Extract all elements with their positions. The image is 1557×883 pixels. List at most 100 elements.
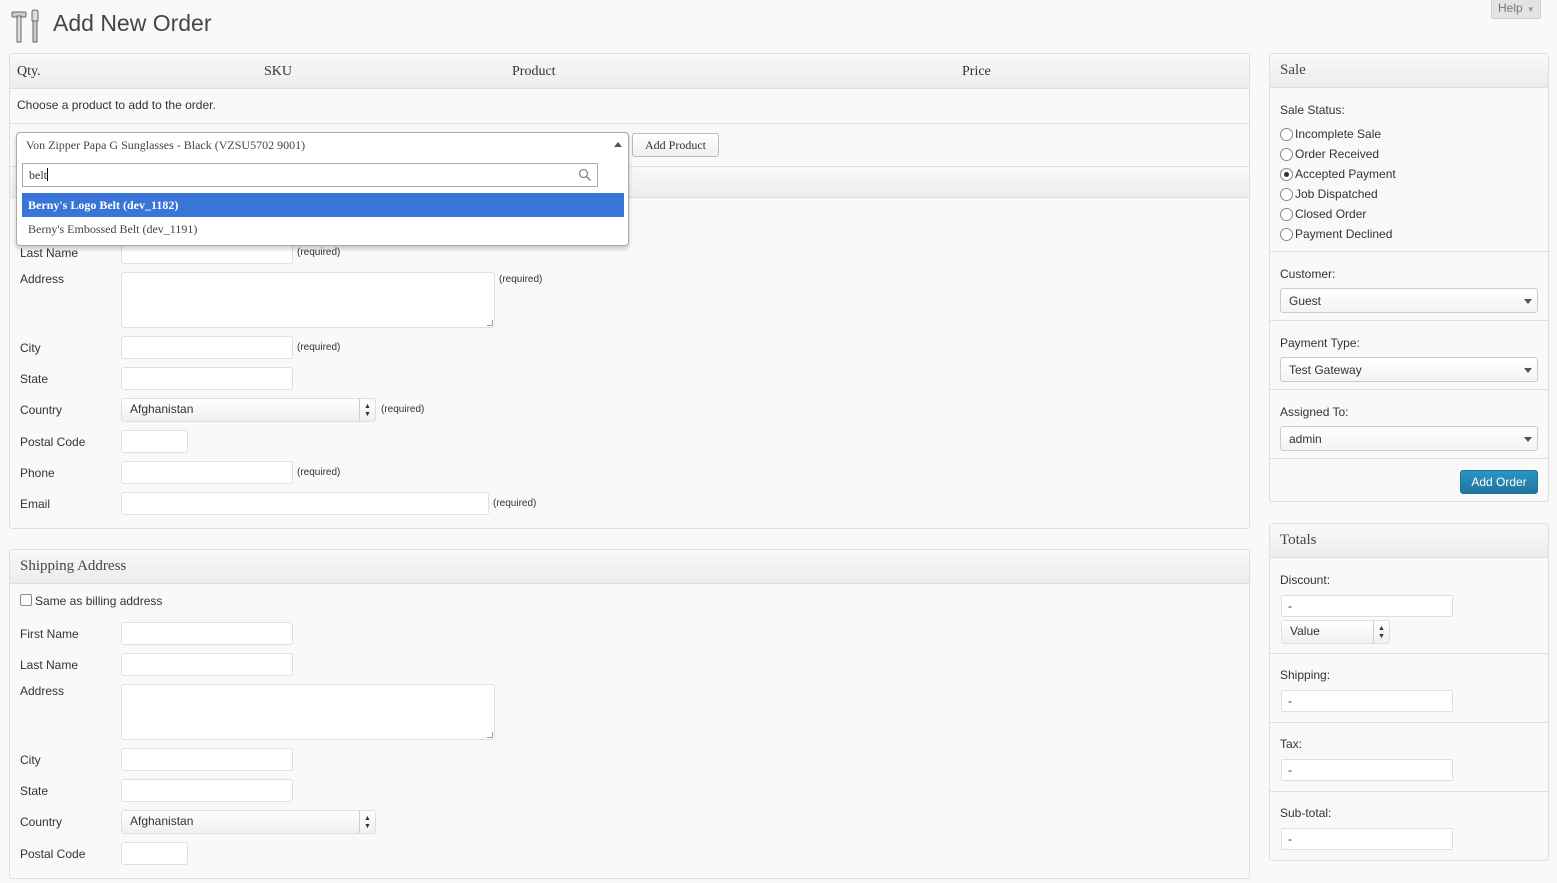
- billing-city-label: City: [20, 341, 41, 355]
- status-option-label: Accepted Payment: [1295, 167, 1396, 181]
- billing-email-label: Email: [20, 497, 51, 511]
- shipping-last-name-label: Last Name: [20, 658, 79, 672]
- same-as-billing-label: Same as billing address: [35, 594, 163, 608]
- status-option-label: Incomplete Sale: [1295, 127, 1382, 141]
- shipping-country-select[interactable]: Afghanistan ▲ ▼: [121, 810, 376, 834]
- shipping-last-name-field[interactable]: [121, 653, 293, 676]
- assigned-to-select[interactable]: admin: [1280, 426, 1538, 451]
- shipping-country-label: Country: [20, 815, 63, 829]
- tax-label: Tax:: [1280, 737, 1303, 751]
- shipping-city-field[interactable]: [121, 748, 293, 771]
- product-search-value: belt: [29, 168, 47, 182]
- chevron-up-icon[interactable]: [614, 142, 622, 147]
- divider: [1270, 791, 1548, 792]
- status-radio[interactable]: [1280, 228, 1293, 241]
- search-result-item[interactable]: Berny's Embossed Belt (dev_1191): [22, 217, 624, 241]
- billing-postal-label: Postal Code: [20, 435, 86, 449]
- status-option-label: Job Dispatched: [1295, 187, 1378, 201]
- search-result-item[interactable]: Berny's Logo Belt (dev_1182): [22, 193, 624, 217]
- divider: [1270, 251, 1548, 252]
- tools-icon: [11, 9, 39, 43]
- shipping-first-name-field[interactable]: [121, 622, 293, 645]
- column-price: Price: [962, 64, 991, 79]
- add-product-button[interactable]: Add Product: [632, 133, 719, 157]
- billing-country-label: Country: [20, 403, 63, 417]
- payment-type-label: Payment Type:: [1280, 336, 1360, 350]
- billing-country-value: Afghanistan: [130, 402, 194, 416]
- select-arrows-icon: ▲ ▼: [359, 399, 375, 421]
- subtotal-field[interactable]: -: [1281, 828, 1453, 850]
- status-radio-selected[interactable]: [1280, 168, 1293, 181]
- divider: [1270, 722, 1548, 723]
- chevron-down-icon: ▼: [1526, 5, 1535, 14]
- billing-last-name-label: Last Name: [20, 246, 79, 260]
- status-radio[interactable]: [1280, 148, 1293, 161]
- resize-handle[interactable]: [487, 732, 493, 738]
- product-chooser-selected[interactable]: Von Zipper Papa G Sunglasses - Black (VZ…: [17, 133, 628, 159]
- discount-label: Discount:: [1280, 573, 1331, 587]
- customer-value: Guest: [1289, 294, 1322, 308]
- billing-address-field[interactable]: [121, 272, 495, 328]
- payment-type-select[interactable]: Test Gateway: [1280, 357, 1538, 382]
- payment-type-value: Test Gateway: [1289, 363, 1362, 377]
- billing-address-label: Address: [20, 272, 65, 286]
- shipping-state-field[interactable]: [121, 779, 293, 802]
- billing-email-field[interactable]: [121, 492, 489, 515]
- sale-title: Sale: [1270, 54, 1548, 88]
- customer-label: Customer:: [1280, 267, 1336, 281]
- shipping-total-label: Shipping:: [1280, 668, 1331, 682]
- status-radio[interactable]: [1280, 128, 1293, 141]
- shipping-total-field[interactable]: -: [1281, 690, 1453, 712]
- column-product: Product: [512, 64, 556, 79]
- column-sku: SKU: [264, 64, 293, 79]
- chevron-down-icon: [1524, 299, 1532, 304]
- discount-type-value: Value: [1290, 624, 1320, 638]
- billing-country-select[interactable]: Afghanistan ▲ ▼: [121, 398, 376, 422]
- subtotal-label: Sub-total:: [1280, 806, 1332, 820]
- chevron-down-icon: [1524, 437, 1532, 442]
- status-option-label: Payment Declined: [1295, 227, 1393, 241]
- status-radio[interactable]: [1280, 188, 1293, 201]
- billing-state-field[interactable]: [121, 367, 293, 390]
- add-order-button[interactable]: Add Order: [1460, 470, 1538, 494]
- divider: [1270, 389, 1548, 390]
- required-note: (required): [297, 247, 341, 258]
- shipping-postal-label: Postal Code: [20, 847, 86, 861]
- shipping-address-field[interactable]: [121, 684, 495, 740]
- shipping-city-label: City: [20, 753, 41, 767]
- help-label: Help: [1498, 1, 1523, 15]
- resize-handle[interactable]: [487, 320, 493, 326]
- help-button[interactable]: Help ▼: [1491, 0, 1541, 19]
- customer-select[interactable]: Guest: [1280, 288, 1538, 313]
- discount-type-select[interactable]: Value ▲ ▼: [1281, 620, 1390, 644]
- assigned-to-label: Assigned To:: [1280, 405, 1349, 419]
- page-title: Add New Order: [53, 10, 212, 36]
- status-radio[interactable]: [1280, 208, 1293, 221]
- selected-product: Von Zipper Papa G Sunglasses - Black (VZ…: [26, 138, 306, 152]
- sale-status-label: Sale Status:: [1280, 103, 1345, 117]
- same-as-billing-checkbox[interactable]: [20, 594, 32, 606]
- product-search-input[interactable]: belt: [22, 163, 598, 187]
- required-note: (required): [297, 342, 341, 353]
- billing-postal-field[interactable]: [121, 430, 188, 453]
- billing-phone-field[interactable]: [121, 461, 293, 484]
- billing-city-field[interactable]: [121, 336, 293, 359]
- status-option-label: Closed Order: [1295, 207, 1367, 221]
- product-chooser[interactable]: Von Zipper Papa G Sunglasses - Black (VZ…: [16, 132, 629, 246]
- discount-field[interactable]: -: [1281, 595, 1453, 617]
- status-option-label: Order Received: [1295, 147, 1380, 161]
- required-note: (required): [297, 467, 341, 478]
- search-icon: [578, 168, 592, 182]
- shipping-postal-field[interactable]: [121, 842, 188, 865]
- assigned-to-value: admin: [1289, 432, 1322, 446]
- shipping-address-title: Shipping Address: [10, 550, 1249, 584]
- chevron-down-icon: [1524, 368, 1532, 373]
- shipping-first-name-label: First Name: [20, 627, 79, 641]
- tax-field[interactable]: -: [1281, 759, 1453, 781]
- required-note: (required): [381, 404, 425, 415]
- shipping-state-label: State: [20, 784, 49, 798]
- required-note: (required): [499, 274, 543, 285]
- products-table-header: Qty. SKU Product Price: [10, 54, 1249, 89]
- divider: [1270, 458, 1548, 459]
- billing-state-label: State: [20, 372, 49, 386]
